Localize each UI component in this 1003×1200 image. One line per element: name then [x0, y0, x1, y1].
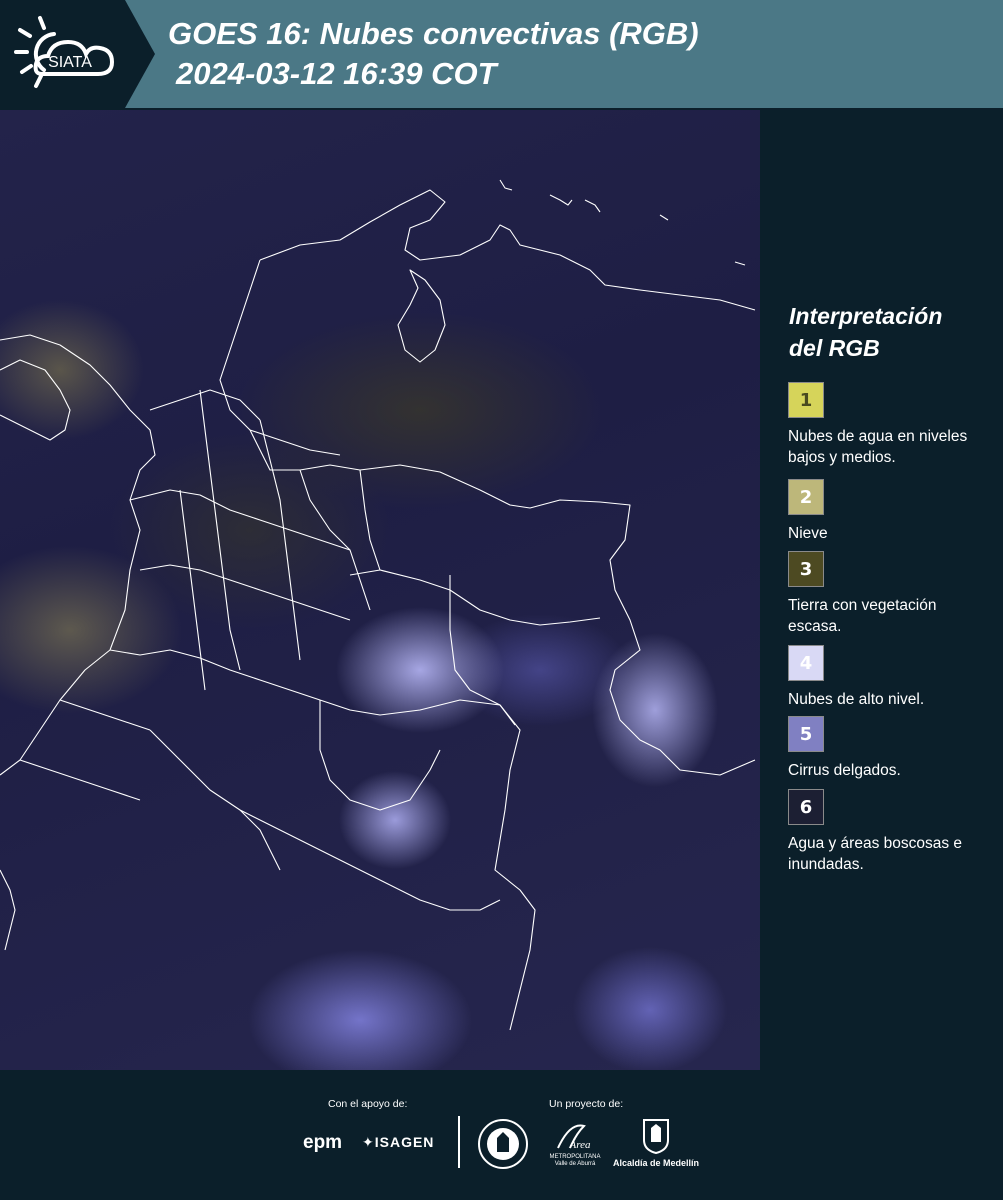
- legend-title-line1: Interpretación: [789, 303, 943, 329]
- isagen-text: ISAGEN: [374, 1134, 435, 1150]
- epm-logo: epm: [303, 1132, 343, 1153]
- page-title: GOES 16: Nubes convectivas (RGB): [168, 16, 699, 51]
- legend-swatch: 3: [788, 551, 824, 587]
- legend-item-6: 6 Agua y áreas boscosas e inundadas.: [788, 789, 988, 875]
- legend-item-label: Cirrus delgados.: [788, 762, 901, 779]
- legend-item-label: Nubes de alto nivel.: [788, 691, 925, 708]
- legend-swatch: 1: [788, 382, 824, 418]
- siata-logo: SIATA: [0, 0, 155, 108]
- legend-item-label: Tierra con vegetación escasa.: [788, 597, 937, 635]
- page-subtitle-datetime: 2024-03-12 16:39 COT: [176, 56, 497, 91]
- legend-item-label: Nieve: [788, 525, 828, 542]
- legend-title-line2: del RGB: [789, 335, 880, 361]
- svg-text:Área: Área: [569, 1139, 591, 1151]
- legend-item-2: 2 Nieve: [788, 479, 988, 544]
- header-bar: SIATA GOES 16: Nubes convectivas (RGB) 2…: [0, 0, 1003, 108]
- footer-divider: [458, 1116, 460, 1168]
- logo-text: SIATA: [48, 54, 92, 71]
- footer: Con el apoyo de: Un proyecto de: epm ✦IS…: [0, 1070, 1003, 1200]
- support-caption: Con el apoyo de:: [328, 1098, 408, 1110]
- legend-item-label: Nubes de agua en niveles bajos y medios.: [788, 428, 968, 466]
- legend-title: Interpretación del RGB: [789, 300, 942, 364]
- isagen-mark-icon: ✦: [362, 1134, 375, 1150]
- isagen-logo: ✦ISAGEN: [362, 1134, 434, 1151]
- area-metropolitana-text: METROPOLITANA Valle de Aburrá: [549, 1154, 601, 1167]
- legend-swatch: 5: [788, 716, 824, 752]
- legend-swatch: 6: [788, 789, 824, 825]
- legend-swatch: 4: [788, 645, 824, 681]
- legend-swatch: 2: [788, 479, 824, 515]
- legend-item-1: 1 Nubes de agua en niveles bajos y medio…: [788, 382, 988, 468]
- country-borders-overlay: [0, 179, 756, 1031]
- alcaldia-shield-icon: [643, 1119, 669, 1154]
- legend-item-4: 4 Nubes de alto nivel.: [788, 645, 988, 710]
- legend-item-3: 3 Tierra con vegetación escasa.: [788, 551, 988, 637]
- alcaldia-text: Alcaldía de Medellín: [613, 1158, 700, 1168]
- medellin-seal-icon: [478, 1119, 528, 1169]
- project-caption: Un proyecto de:: [549, 1098, 624, 1110]
- legend-item-5: 5 Cirrus delgados.: [788, 716, 988, 781]
- sun-cloud-icon: SIATA: [14, 16, 115, 88]
- satellite-map-image: [0, 110, 760, 1070]
- legend-item-label: Agua y áreas boscosas e inundadas.: [788, 835, 963, 873]
